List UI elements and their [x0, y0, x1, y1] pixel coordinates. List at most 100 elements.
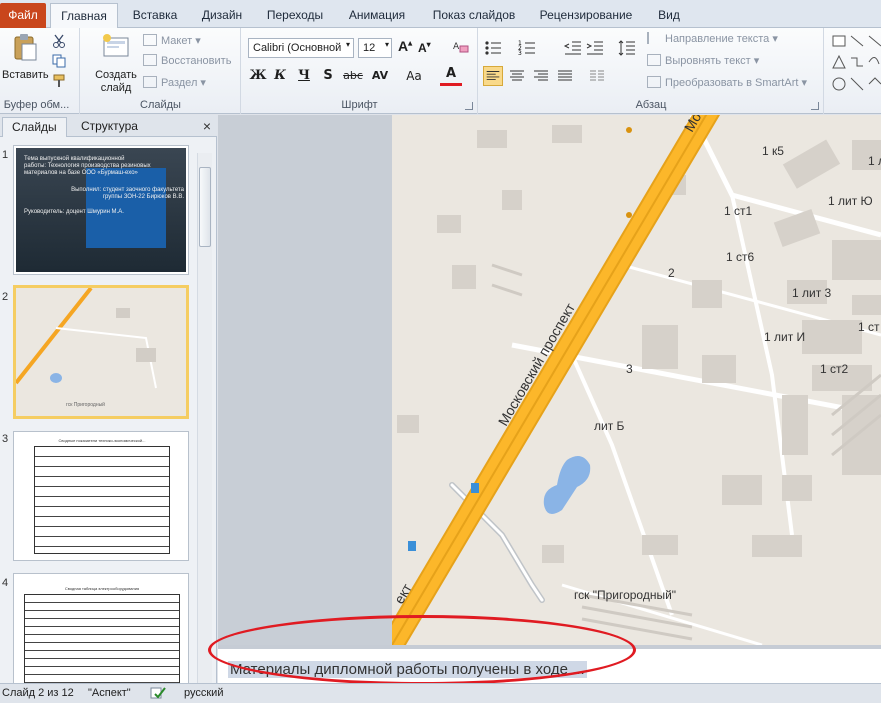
- new-slide-label: Создать: [95, 69, 137, 81]
- map-label: 1 л: [868, 154, 881, 168]
- align-left-icon[interactable]: [483, 66, 503, 86]
- slide-canvas[interactable]: Московский проспект Мо ект 1 к5 1 ст1 1 …: [392, 115, 881, 645]
- drawing-group: [825, 28, 881, 114]
- shrink-font-icon[interactable]: A▾: [418, 40, 431, 55]
- ribbon-tabs: Файл Главная Вставка Дизайн Переходы Ани…: [0, 0, 881, 29]
- slide-2-preview-label: гск Пригородный: [66, 401, 105, 408]
- map-label: 1 к5: [762, 144, 784, 158]
- slide-4-table: [24, 594, 180, 684]
- font-family-dropdown-icon[interactable]: ▾: [346, 40, 350, 49]
- character-spacing-button[interactable]: AV: [368, 66, 392, 86]
- tab-animation[interactable]: Анимация: [338, 3, 416, 28]
- align-right-icon[interactable]: [531, 66, 551, 86]
- format-painter-icon[interactable]: [52, 74, 66, 88]
- svg-text:A: A: [453, 42, 460, 52]
- italic-button[interactable]: К: [270, 66, 290, 86]
- map-label: 1 лит 3: [792, 286, 832, 300]
- scrollbar-thumb[interactable]: [199, 167, 211, 247]
- numbering-icon[interactable]: 123: [517, 38, 537, 58]
- slide-number: 4: [2, 577, 9, 589]
- tab-review[interactable]: Рецензирование: [532, 3, 640, 28]
- font-color-button[interactable]: A: [440, 66, 462, 86]
- font-dialog-launcher-icon[interactable]: [465, 102, 473, 110]
- slide-1-text: Тема выпускной квалификационной работы: …: [24, 156, 184, 215]
- paragraph-dialog-launcher-icon[interactable]: [811, 102, 819, 110]
- slide-counter: Слайд 2 из 12: [2, 687, 74, 699]
- map-marker-icon: [626, 212, 632, 218]
- status-bar: Слайд 2 из 12 "Аспект" русский: [0, 683, 881, 703]
- slide-3-table: [34, 446, 170, 554]
- map-label: 1 лит И: [764, 330, 805, 344]
- slides-group-label: Слайды: [140, 99, 181, 111]
- svg-text:3: 3: [518, 50, 522, 57]
- slides-pane: Слайды Структура × 1 Тема выпускной квал…: [0, 115, 217, 684]
- slide-area: Московский проспект Мо ект 1 к5 1 ст1 1 …: [218, 115, 881, 645]
- spellcheck-icon[interactable]: [150, 686, 166, 700]
- cut-icon[interactable]: [52, 34, 66, 48]
- slide-number: 2: [2, 291, 9, 303]
- map-label: 1 ст: [858, 320, 880, 334]
- ribbon: Вставить Буфер обм... Создать слайд Маке…: [0, 28, 881, 114]
- columns-icon[interactable]: [587, 66, 607, 86]
- bullets-icon[interactable]: [483, 38, 503, 58]
- copy-icon[interactable]: [52, 54, 66, 68]
- slides-scrollbar[interactable]: [197, 153, 212, 683]
- pane-tabs: Слайды Структура ×: [0, 115, 217, 137]
- underline-button[interactable]: Ч: [294, 66, 314, 86]
- shapes-gallery-icon[interactable]: [829, 34, 881, 98]
- slide-thumbnail-1[interactable]: Тема выпускной квалификационной работы: …: [13, 145, 189, 275]
- font-size-dropdown-icon[interactable]: ▾: [385, 40, 389, 49]
- clipboard-group: Вставить Буфер обм...: [0, 28, 80, 114]
- new-slide-button[interactable]: Создать слайд: [91, 32, 141, 95]
- tab-file[interactable]: Файл: [0, 3, 46, 28]
- increase-indent-icon[interactable]: [585, 38, 605, 58]
- paste-label: Вставить: [2, 69, 49, 81]
- slide-number: 3: [2, 433, 9, 445]
- paste-icon: [14, 34, 37, 61]
- shadow-button[interactable]: S: [318, 66, 338, 86]
- map-label: 1 ст2: [820, 362, 849, 376]
- line-spacing-icon[interactable]: [617, 38, 637, 58]
- tab-transitions[interactable]: Переходы: [258, 3, 332, 28]
- slide-thumbnail-4[interactable]: Сводная таблица электрооборудования: [13, 573, 189, 684]
- tab-view[interactable]: Вид: [648, 3, 690, 28]
- pane-close-button[interactable]: ×: [203, 117, 211, 135]
- text-direction-button[interactable]: Направление текста ▾: [647, 30, 778, 48]
- slide-thumbnail-2[interactable]: гск Пригородный: [13, 285, 189, 419]
- tab-slides[interactable]: Слайды: [2, 117, 67, 137]
- tab-design[interactable]: Дизайн: [192, 3, 252, 28]
- map-label: гск "Пригородный": [574, 588, 676, 602]
- tab-home[interactable]: Главная: [50, 3, 118, 29]
- map-label: лит Б: [594, 419, 625, 433]
- red-highlight-oval: [208, 615, 636, 685]
- paragraph-group: 123 Направление текста ▾ Выровнять текст…: [479, 28, 824, 114]
- change-case-button[interactable]: Aa: [402, 66, 426, 86]
- align-center-icon[interactable]: [507, 66, 527, 86]
- align-text-button[interactable]: Выровнять текст ▾: [647, 52, 759, 70]
- slide-1-photo: Тема выпускной квалификационной работы: …: [16, 148, 186, 272]
- clipboard-group-label: Буфер обм...: [3, 99, 70, 111]
- paste-button[interactable]: Вставить: [2, 32, 49, 82]
- map-marker-icon: [626, 127, 632, 133]
- justify-icon[interactable]: [555, 66, 575, 86]
- slide-thumbnail-3[interactable]: Сводные показатели технико-экономической…: [13, 431, 189, 561]
- language[interactable]: русский: [184, 684, 223, 703]
- bold-button[interactable]: Ж: [248, 66, 268, 86]
- tab-slideshow[interactable]: Показ слайдов: [424, 3, 524, 28]
- strikethrough-button[interactable]: abc: [340, 66, 366, 86]
- tab-outline[interactable]: Структура: [72, 117, 147, 137]
- smartart-button[interactable]: Преобразовать в SmartArt ▾: [647, 74, 807, 92]
- slide-4-title: Сводная таблица электрооборудования: [64, 586, 140, 591]
- layout-button[interactable]: Макет ▾: [143, 32, 201, 50]
- grow-font-icon[interactable]: A▴: [398, 38, 412, 54]
- decrease-indent-icon[interactable]: [563, 38, 583, 58]
- map-label: 2: [668, 266, 675, 280]
- tab-insert[interactable]: Вставка: [124, 3, 186, 28]
- slide-2-map-preview: гск Пригородный: [16, 288, 186, 416]
- bus-stop-icon: [471, 483, 479, 493]
- font-family-combo[interactable]: Calibri (Основной: [248, 38, 354, 58]
- map-label: 3: [626, 362, 633, 376]
- section-button[interactable]: Раздел ▾: [143, 74, 206, 92]
- reset-button[interactable]: Восстановить: [143, 52, 231, 70]
- clear-format-icon[interactable]: A: [452, 38, 470, 56]
